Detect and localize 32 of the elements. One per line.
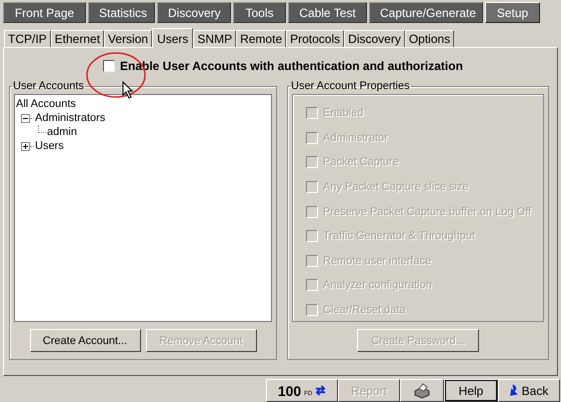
help-button[interactable]: Help <box>444 379 498 402</box>
main-tab[interactable]: Discovery <box>157 2 231 23</box>
sub-tab[interactable]: Discovery <box>344 30 405 47</box>
main-tab[interactable]: Statistics <box>88 2 155 23</box>
expander-icon[interactable] <box>21 142 30 150</box>
printer-icon <box>413 382 431 398</box>
expander-icon[interactable] <box>21 114 30 122</box>
sub-tab[interactable]: Version <box>104 30 152 47</box>
group-title: User Account Properties <box>290 80 411 92</box>
main-tab[interactable]: Setup <box>485 2 540 23</box>
enable-checkbox[interactable] <box>103 60 115 72</box>
print-button[interactable] <box>400 379 444 402</box>
account-button[interactable]: Create Account... <box>30 329 140 352</box>
back-arrow-icon <box>510 383 519 398</box>
swap-arrows-icon <box>315 385 326 396</box>
group-title: User Accounts <box>12 80 85 92</box>
main-tab[interactable]: Front Page <box>3 2 86 23</box>
tree-item[interactable]: All Accounts <box>16 97 271 111</box>
sub-tab[interactable]: TCP/IP <box>4 30 51 47</box>
tree-item[interactable]: admin <box>47 125 77 139</box>
sub-tab[interactable]: Options <box>404 30 454 47</box>
main-tab[interactable]: Tools <box>233 2 286 23</box>
main-tab[interactable]: Capture/Generate <box>369 2 483 23</box>
tree-item[interactable]: Users <box>35 139 64 153</box>
sub-tab[interactable]: Ethernet <box>50 30 104 47</box>
sub-tab[interactable]: SNMP <box>193 30 236 47</box>
tree-item[interactable]: Administrators <box>35 111 106 125</box>
main-tab[interactable]: Cable Test <box>288 2 367 23</box>
back-button[interactable]: Back <box>498 379 560 402</box>
sub-tab[interactable]: Users <box>152 28 194 48</box>
sub-tab[interactable]: Remote <box>236 30 286 47</box>
sub-tab[interactable]: Protocols <box>286 30 344 47</box>
